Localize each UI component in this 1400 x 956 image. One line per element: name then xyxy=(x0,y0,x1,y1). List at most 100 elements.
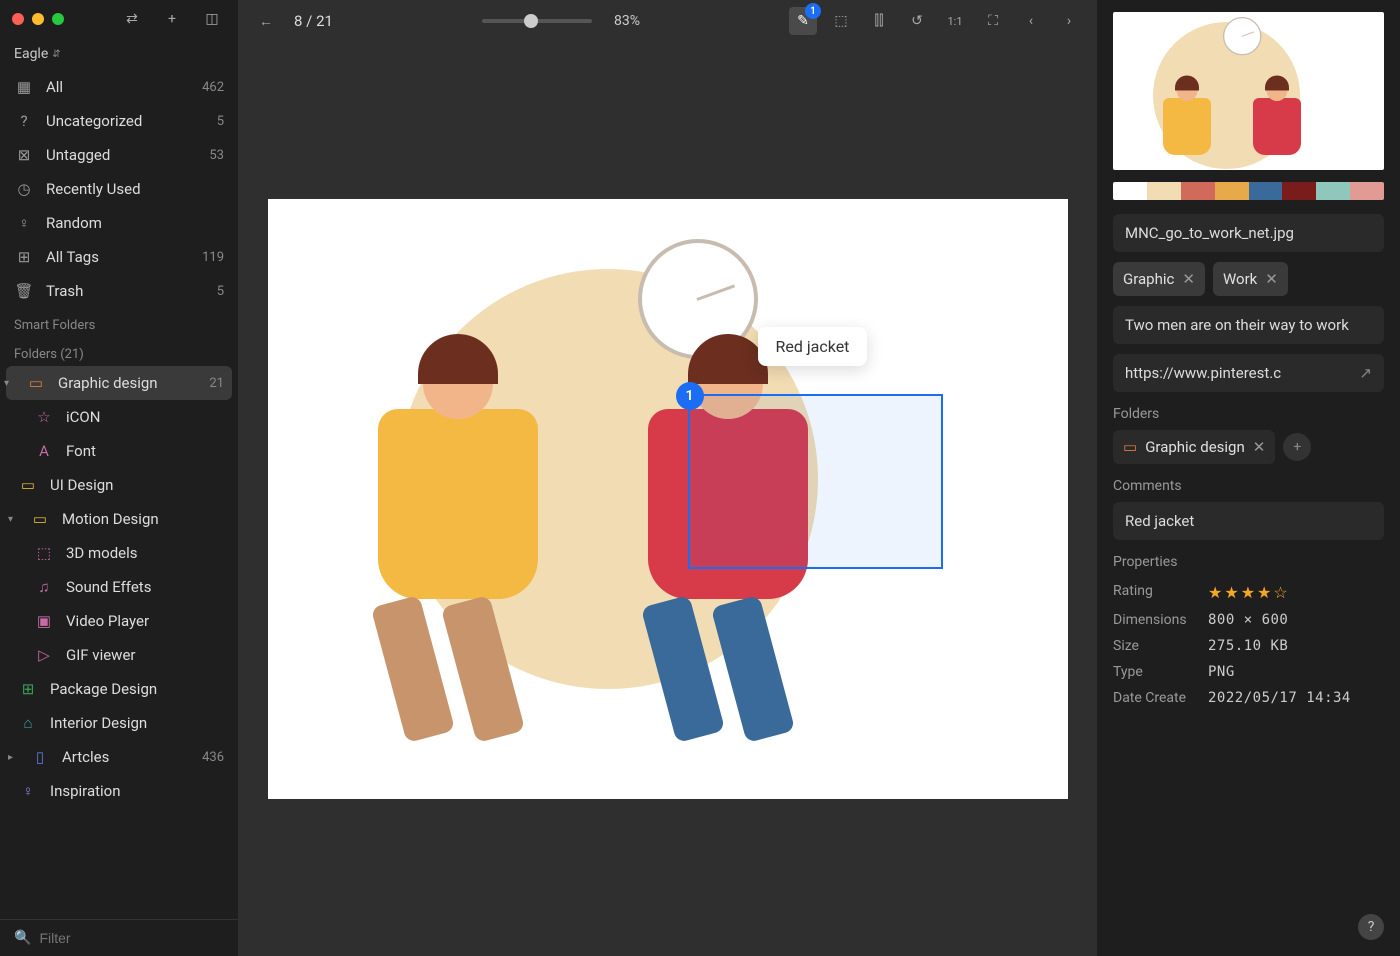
add-folder-button[interactable]: + xyxy=(1283,433,1311,461)
folder-gif-viewer[interactable]: ▷ GIF viewer xyxy=(0,638,238,672)
crop-tool[interactable]: ⬚ xyxy=(827,7,855,35)
folder-video-player[interactable]: ▣ Video Player xyxy=(0,604,238,638)
tag-remove-icon[interactable]: ✕ xyxy=(1265,270,1278,288)
zoom-thumb[interactable] xyxy=(524,14,538,28)
properties-list: Rating ★★★★☆ Dimensions 800 × 600 Size 2… xyxy=(1113,578,1384,711)
nav-recently-used[interactable]: ◷ Recently Used xyxy=(0,172,238,206)
zoom-slider[interactable] xyxy=(482,19,592,23)
gif-icon: ▷ xyxy=(34,645,54,665)
folder-interior-design[interactable]: ⌂ Interior Design xyxy=(0,706,238,740)
prop-size-label: Size xyxy=(1113,638,1208,654)
panel-toggle-icon[interactable]: ◫ xyxy=(198,5,226,33)
folder-articles[interactable]: ▸ ▯ Artcles 436 xyxy=(0,740,238,774)
annotation-region[interactable]: 1 xyxy=(688,394,943,569)
comment-field[interactable]: Red jacket xyxy=(1113,502,1384,540)
folder-icon-subfolder[interactable]: ☆ iCON xyxy=(0,400,238,434)
prop-size-value: 275.10 KB xyxy=(1208,638,1288,654)
rating-stars[interactable]: ★★★★☆ xyxy=(1208,583,1290,602)
prop-rating-label: Rating xyxy=(1113,583,1208,602)
folder-sound-effects[interactable]: ♫ Sound Effets xyxy=(0,570,238,604)
nav-count: 5 xyxy=(217,284,224,299)
folder-ui-design[interactable]: ▭ UI Design xyxy=(0,468,238,502)
undo-button[interactable]: ↺ xyxy=(903,7,931,35)
chevron-right-icon[interactable]: ▸ xyxy=(8,752,18,763)
color-swatch[interactable] xyxy=(1350,182,1384,200)
tag-chip[interactable]: Graphic ✕ xyxy=(1113,262,1205,296)
fullscreen-button[interactable]: ⛶ xyxy=(979,7,1007,35)
smart-folders-header: Smart Folders xyxy=(0,308,238,337)
tag-chip[interactable]: Work ✕ xyxy=(1213,262,1288,296)
chevron-down-icon[interactable]: ▾ xyxy=(8,514,18,525)
nav-label: Untagged xyxy=(46,146,197,164)
search-icon: 🔍 xyxy=(14,930,31,946)
color-swatch[interactable] xyxy=(1316,182,1350,200)
annotate-badge: 1 xyxy=(805,3,821,19)
help-button[interactable]: ? xyxy=(1358,914,1384,940)
tags-row: Graphic ✕ Work ✕ xyxy=(1113,262,1384,296)
filename-field[interactable]: MNC_go_to_work_net.jpg xyxy=(1113,214,1384,252)
folder-remove-icon[interactable]: ✕ xyxy=(1253,438,1266,456)
folder-label: Artcles xyxy=(62,748,190,766)
swap-icon[interactable]: ⇄ xyxy=(118,5,146,33)
color-swatch[interactable] xyxy=(1249,182,1283,200)
filter-bar: 🔍 xyxy=(0,919,238,956)
nav-untagged[interactable]: ⊠ Untagged 53 xyxy=(0,138,238,172)
compare-tool[interactable]: ⫿⫿ xyxy=(865,7,893,35)
url-field[interactable]: https://www.pinterest.c ↗ xyxy=(1113,354,1384,392)
color-palette[interactable] xyxy=(1113,182,1384,200)
color-swatch[interactable] xyxy=(1113,182,1147,200)
chevron-down-icon[interactable]: ▾ xyxy=(4,378,14,389)
main-viewer: ← 8 / 21 83% ✎ 1 ⬚ ⫿⫿ ↺ 1:1 ⛶ ‹ xyxy=(238,0,1097,956)
external-link-icon[interactable]: ↗ xyxy=(1359,364,1372,382)
inspector-panel: MNC_go_to_work_net.jpg Graphic ✕ Work ✕ … xyxy=(1097,0,1400,956)
folder-motion-design[interactable]: ▾ ▭ Motion Design xyxy=(0,502,238,536)
prop-dimensions-label: Dimensions xyxy=(1113,612,1208,628)
folder-graphic-design[interactable]: ▾ ▭ Graphic design 21 xyxy=(6,366,232,400)
folder-package-design[interactable]: ⊞ Package Design xyxy=(0,672,238,706)
nav-label: All Tags xyxy=(46,248,190,266)
nav-trash[interactable]: 🗑 Trash 5 xyxy=(0,274,238,308)
library-selector[interactable]: Eagle ⇵ xyxy=(0,38,238,70)
folder-inspiration[interactable]: ♀ Inspiration xyxy=(0,774,238,808)
description-field[interactable]: Two men are on their way to work xyxy=(1113,306,1384,344)
folder-label: GIF viewer xyxy=(66,646,224,664)
page-current: 8 xyxy=(294,12,302,30)
nav-label: All xyxy=(46,78,190,96)
folder-label: Interior Design xyxy=(50,714,224,732)
nav-label: Uncategorized xyxy=(46,112,205,130)
folders-section-label: Folders xyxy=(1113,406,1384,422)
nav-random[interactable]: ♀ Random xyxy=(0,206,238,240)
plus-icon[interactable]: + xyxy=(158,5,186,33)
filter-input[interactable] xyxy=(39,930,224,946)
tag-x-icon: ⊠ xyxy=(14,145,34,165)
canvas-area[interactable]: 1 Red jacket xyxy=(238,42,1097,956)
back-button[interactable]: ← xyxy=(252,7,280,35)
color-swatch[interactable] xyxy=(1181,182,1215,200)
thumbnail-preview[interactable] xyxy=(1113,12,1384,170)
color-swatch[interactable] xyxy=(1282,182,1316,200)
folder-label: Video Player xyxy=(66,612,224,630)
nav-all-tags[interactable]: ⊞ All Tags 119 xyxy=(0,240,238,274)
grid-icon: ▦ xyxy=(14,77,34,97)
window-minimize-button[interactable] xyxy=(32,13,44,25)
window-close-button[interactable] xyxy=(12,13,24,25)
nav-all[interactable]: ▦ All 462 xyxy=(0,70,238,104)
tag-remove-icon[interactable]: ✕ xyxy=(1182,270,1195,288)
nav-count: 462 xyxy=(202,80,224,95)
next-button[interactable]: › xyxy=(1055,7,1083,35)
folder-label: Inspiration xyxy=(50,782,224,800)
nav-list: ▦ All 462 ? Uncategorized 5 ⊠ Untagged 5… xyxy=(0,70,238,919)
prev-button[interactable]: ‹ xyxy=(1017,7,1045,35)
chevron-updown-icon: ⇵ xyxy=(52,49,60,60)
actual-size-button[interactable]: 1:1 xyxy=(941,7,969,35)
folder-font[interactable]: A Font xyxy=(0,434,238,468)
annotate-tool[interactable]: ✎ 1 xyxy=(789,7,817,35)
window-zoom-button[interactable] xyxy=(52,13,64,25)
color-swatch[interactable] xyxy=(1147,182,1181,200)
folder-3d-models[interactable]: ⬚ 3D models xyxy=(0,536,238,570)
comments-section-label: Comments xyxy=(1113,478,1384,494)
color-swatch[interactable] xyxy=(1215,182,1249,200)
nav-uncategorized[interactable]: ? Uncategorized 5 xyxy=(0,104,238,138)
folder-label: iCON xyxy=(66,408,224,426)
folder-chip[interactable]: ▭ Graphic design ✕ xyxy=(1113,430,1275,464)
